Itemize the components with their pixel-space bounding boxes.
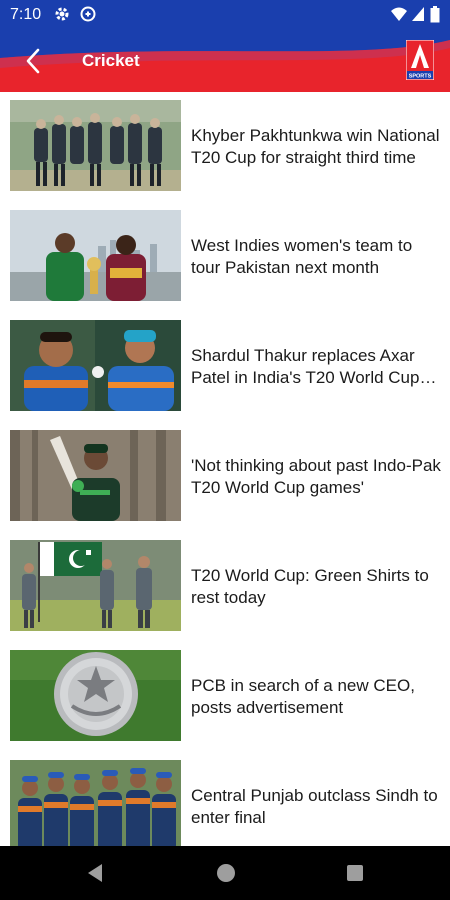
data-saver-icon bbox=[80, 6, 96, 22]
article-item[interactable]: Khyber Pakhtunkwa win National T20 Cup f… bbox=[0, 92, 450, 202]
wifi-icon bbox=[391, 7, 407, 21]
article-headline: T20 World Cup: Green Shirts to rest toda… bbox=[191, 566, 429, 607]
nav-back-button[interactable] bbox=[86, 860, 104, 886]
article-headline: Central Punjab outclass Sindh to enter f… bbox=[191, 786, 438, 827]
article-thumbnail bbox=[10, 650, 181, 741]
article-headline: Khyber Pakhtunkwa win National T20 Cup f… bbox=[191, 126, 440, 167]
article-item[interactable]: T20 World Cup: Green Shirts to rest toda… bbox=[0, 532, 450, 642]
article-item[interactable]: Shardul Thakur replaces Axar Patel in In… bbox=[0, 312, 450, 422]
article-headline: 'Not thinking about past Indo-Pak T20 Wo… bbox=[191, 456, 441, 497]
article-thumbnail bbox=[10, 430, 181, 521]
nav-home-button[interactable] bbox=[214, 860, 238, 886]
status-bar: 7:10 bbox=[0, 0, 450, 30]
nav-recents-button[interactable] bbox=[344, 860, 366, 886]
article-thumbnail bbox=[10, 540, 181, 631]
article-headline: West Indies women's team to tour Pakista… bbox=[191, 236, 413, 277]
signal-icon bbox=[412, 7, 424, 21]
system-navigation-bar bbox=[0, 846, 450, 900]
settings-icon bbox=[55, 7, 69, 21]
article-item[interactable]: PCB in search of a new CEO, posts advert… bbox=[0, 642, 450, 752]
article-item[interactable]: West Indies women's team to tour Pakista… bbox=[0, 202, 450, 312]
header-wave-decoration bbox=[0, 30, 450, 68]
page-title: Cricket bbox=[82, 51, 140, 70]
article-item[interactable]: Central Punjab outclass Sindh to enter f… bbox=[0, 752, 450, 846]
article-thumbnail bbox=[10, 760, 181, 846]
article-thumbnail bbox=[10, 320, 181, 411]
battery-icon bbox=[430, 6, 440, 23]
article-headline: Shardul Thakur replaces Axar Patel in In… bbox=[191, 346, 420, 387]
back-button[interactable] bbox=[20, 44, 48, 78]
app-header: Cricket SPORTS bbox=[0, 30, 450, 92]
article-thumbnail bbox=[10, 210, 181, 301]
svg-text:SPORTS: SPORTS bbox=[409, 74, 432, 80]
article-list[interactable]: Khyber Pakhtunkwa win National T20 Cup f… bbox=[0, 92, 450, 846]
article-thumbnail bbox=[10, 100, 181, 191]
status-time: 7:10 bbox=[10, 6, 42, 23]
article-headline: PCB in search of a new CEO, posts advert… bbox=[191, 676, 415, 717]
a-sports-logo: SPORTS bbox=[406, 40, 434, 80]
article-item[interactable]: 'Not thinking about past Indo-Pak T20 Wo… bbox=[0, 422, 450, 532]
